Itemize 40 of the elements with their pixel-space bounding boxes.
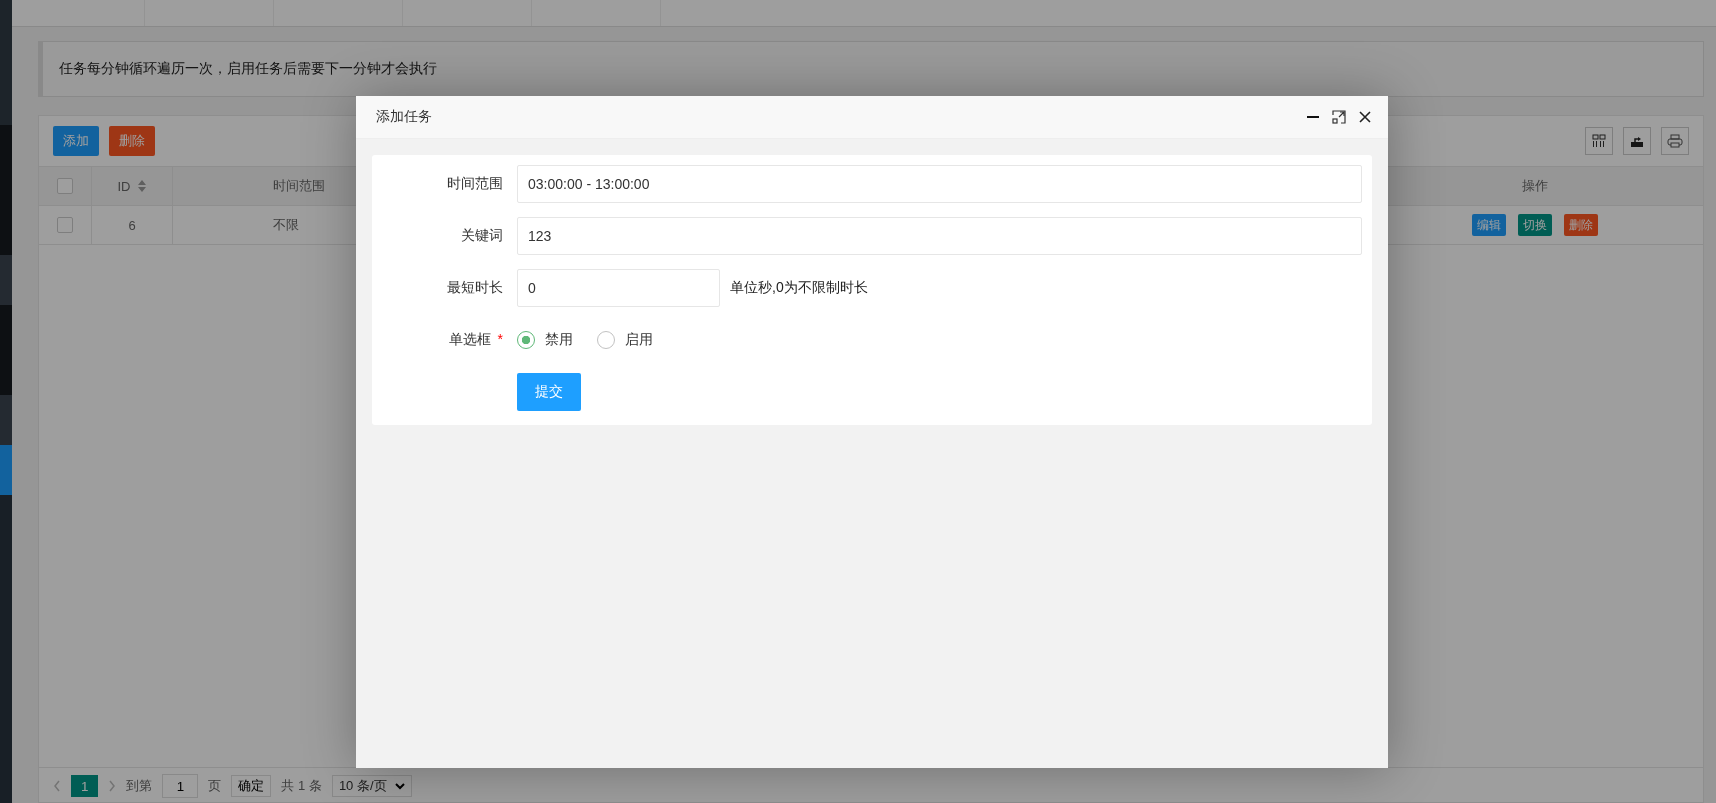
export-icon [1630,134,1644,148]
close-icon[interactable] [1358,110,1372,124]
radio-label[interactable]: 启用 [625,331,653,349]
input-field[interactable]: 03:00:00 - 13:00:00 [517,165,1362,203]
column-header: 时间范围 [273,177,325,195]
radio-button[interactable] [517,331,535,349]
field-label: 最短时长 [447,279,503,295]
goto-label: 到第 [126,777,153,795]
input-field[interactable]: 123 [517,217,1362,255]
export-button[interactable] [1623,127,1651,155]
next-page-icon[interactable] [108,780,117,792]
table-cell: 不限 [273,216,299,234]
radio-label[interactable]: 禁用 [545,331,573,349]
checkbox[interactable] [57,217,73,233]
checkbox[interactable] [57,178,73,194]
field-label: 关键词 [461,227,503,243]
field-hint: 单位秒,0为不限制时长 [730,279,868,297]
page-input[interactable]: 1 [162,774,199,798]
page-unit: 页 [208,777,222,795]
dialog-title: 添加任务 [376,108,432,126]
column-header: ID [117,178,131,194]
print-icon [1667,134,1683,148]
field-label: 时间范围 [447,175,503,191]
field-label: 单选框 [448,331,491,347]
confirm-button[interactable]: 确定 [231,775,272,797]
total-count: 共 1 条 [281,777,322,795]
previous-page-icon[interactable] [53,780,61,792]
column-header: 操作 [1521,177,1548,195]
page-size-select[interactable]: 10 条/页 [331,775,412,797]
required-mark: * [497,331,503,347]
columns-button[interactable] [1585,127,1613,155]
print-button[interactable] [1661,127,1689,155]
table-cell: 6 [128,217,136,233]
toggle-button[interactable]: 切换 [1517,214,1552,236]
columns-icon [1592,134,1606,148]
input-field[interactable]: 0 [517,269,720,307]
caret-icon [394,782,405,790]
notice-text: 任务每分钟循环遍历一次，启用任务后需要下一分钟才会执行 [59,60,437,78]
sort-icon[interactable] [136,179,147,193]
maximize-icon[interactable] [1332,110,1346,124]
